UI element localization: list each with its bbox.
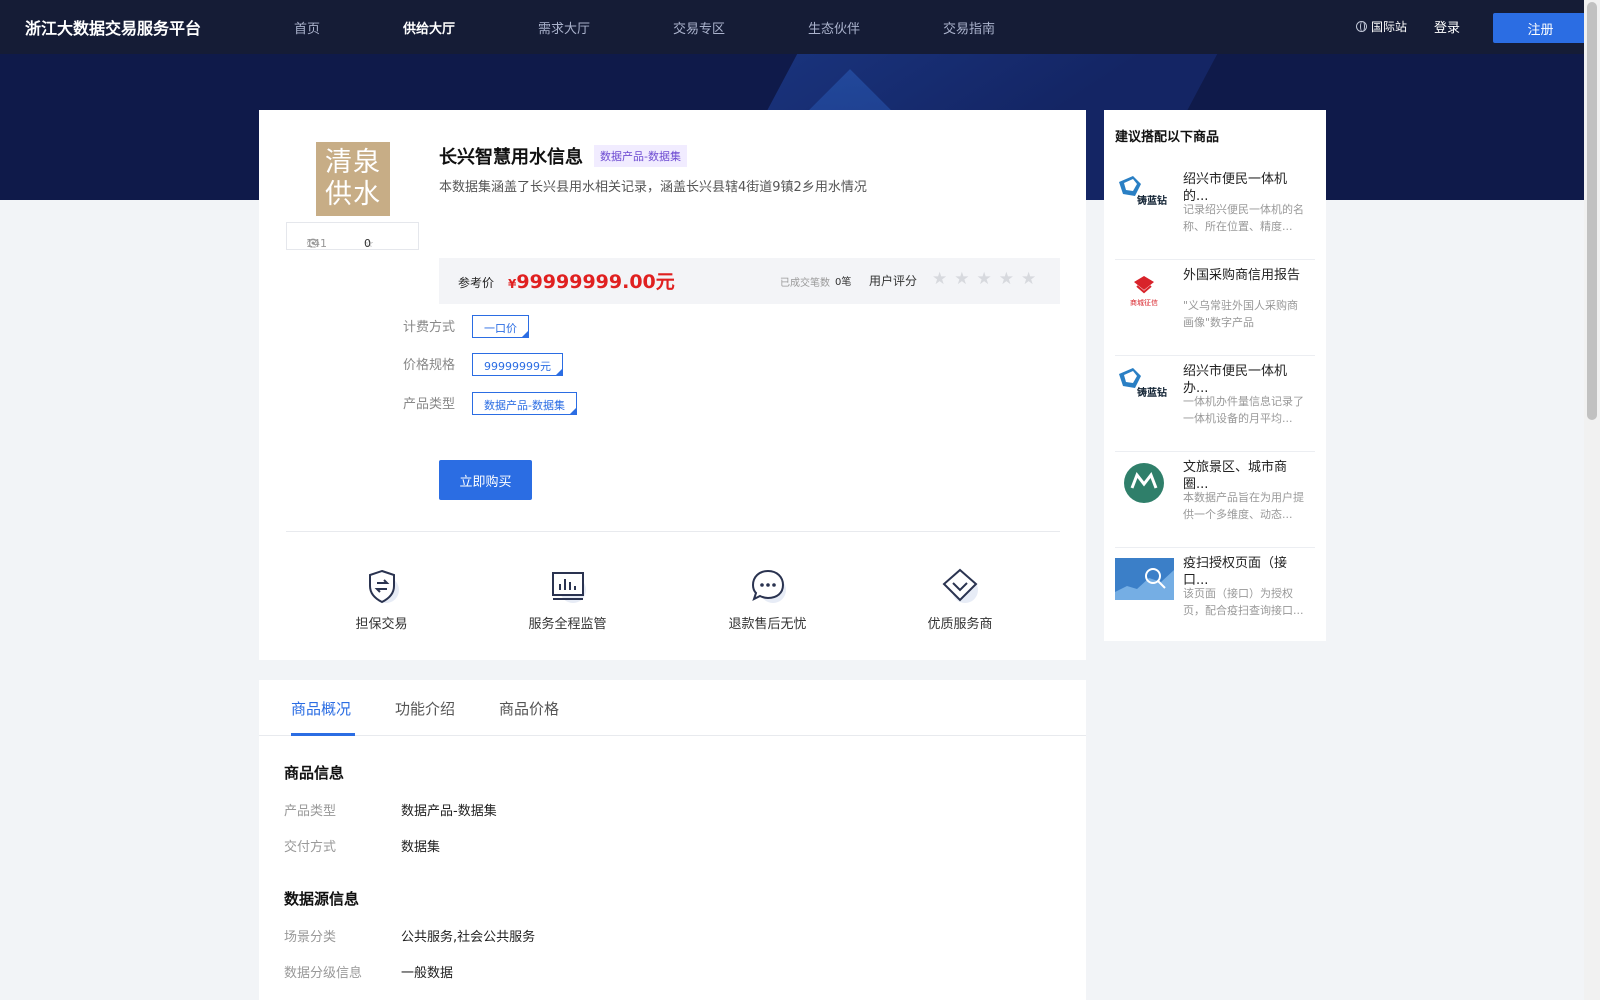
chat-bubble-icon	[748, 566, 788, 606]
info-value: 数据集	[401, 840, 441, 855]
suggested-product-title: 外国采购商信用报告	[1183, 268, 1301, 283]
price-panel: 参考价 ¥99999999.00元 已成交笔数 0笔 用户评分 ★★★★★	[439, 258, 1060, 304]
price-amount: 99999999.00元	[516, 271, 675, 293]
product-detail-card: 商品概况 功能介绍 商品价格 商品信息 产品类型 数据产品-数据集 交付方式 数…	[259, 680, 1086, 1000]
suggested-product-item[interactable]: 铸蓝钻 绍兴市便民一体机办... 一体机办件量信息记录了一体机设备的月平均...	[1115, 358, 1315, 452]
shield-exchange-icon	[362, 566, 402, 606]
detail-tabs: 商品概况 功能介绍 商品价格	[259, 680, 1086, 736]
deals-count: 0笔	[835, 277, 852, 288]
suggested-product-title: 疫扫授权页面（接口...	[1183, 556, 1288, 588]
product-type-option[interactable]: 数据产品-数据集	[472, 392, 577, 415]
info-key: 数据分级信息	[284, 966, 363, 981]
rating-label: 用户评分	[869, 274, 918, 288]
buy-now-button[interactable]: 立即购买	[439, 460, 532, 500]
nav-item-demand-hall[interactable]: 需求大厅	[538, 18, 590, 37]
page-scrollbar[interactable]	[1584, 0, 1600, 1000]
product-logo: 清泉 供水	[316, 142, 390, 216]
price-spec-label: 价格规格	[403, 358, 456, 373]
product-logo-line: 供水	[325, 179, 381, 210]
feature-guaranteed-trade: 担保交易	[354, 566, 409, 632]
info-value: 数据产品-数据集	[401, 804, 497, 819]
deals-label: 已成交笔数	[780, 278, 830, 289]
star-icon: ★	[932, 269, 955, 289]
star-icon: ★	[1021, 269, 1044, 289]
suggested-product-item[interactable]: 疫扫授权页面（接口... 该页面（接口）为授权页，配合疫扫查询接口...	[1115, 550, 1315, 644]
nav-item-home[interactable]: 首页	[294, 18, 320, 37]
price-value: ¥99999999.00元	[508, 267, 675, 294]
billing-method-label: 计费方式	[403, 320, 456, 335]
feature-label: 服务全程监管	[528, 617, 607, 632]
suggested-product-title: 文旅景区、城市商圈...	[1183, 460, 1288, 492]
suggested-product-item[interactable]: 文旅景区、城市商圈... 本数据产品旨在为用户提供一个多维度、动态...	[1115, 454, 1315, 548]
info-value: 公共服务,社会公共服务	[401, 930, 536, 945]
top-nav-bar: 浙江大数据交易服务平台 首页 供给大厅 需求大厅 交易专区 生态伙伴 交易指南 …	[0, 0, 1588, 54]
brand-logo-text: 铸蓝钻	[1137, 194, 1167, 207]
suggested-product-desc: 一体机办件量信息记录了一体机设备的月平均...	[1183, 395, 1304, 425]
brand-logo-icon: 铸蓝钻	[1115, 366, 1174, 408]
login-link[interactable]: 登录	[1434, 17, 1460, 36]
active-tab-indicator	[291, 733, 355, 736]
scrollbar-thumb[interactable]	[1587, 2, 1597, 420]
divider	[286, 531, 1060, 532]
product-type-label: 产品类型	[403, 397, 456, 412]
brand-logo-icon: 铸蓝钻	[1115, 174, 1174, 216]
nav-item-guide[interactable]: 交易指南	[943, 18, 995, 37]
feature-label: 优质服务商	[927, 617, 993, 632]
feature-refund-worry-free: 退款售后无忧	[726, 566, 809, 632]
international-site-label: 国际站	[1371, 20, 1408, 34]
brand-logo-icon	[1115, 462, 1174, 504]
suggested-product-desc: 记录绍兴便民一体机的名称、所在位置、精度...	[1183, 203, 1304, 233]
feature-label: 担保交易	[355, 617, 408, 632]
tab-features[interactable]: 功能介绍	[395, 698, 455, 719]
info-value: 一般数据	[401, 966, 454, 981]
data-thumbnail-icon	[1115, 558, 1174, 600]
suggested-products-panel: 建议搭配以下商品 铸蓝钻 绍兴市便民一体机的... 记录绍兴便民一体机的名称、所…	[1104, 110, 1326, 641]
product-category-tag: 数据产品-数据集	[594, 145, 687, 167]
info-key: 场景分类	[284, 930, 337, 945]
brand-logo-text: 商城征信	[1130, 298, 1158, 307]
nav-item-trade-zone[interactable]: 交易专区	[673, 18, 725, 37]
tab-overview[interactable]: 商品概况	[291, 698, 351, 719]
billing-method-option[interactable]: 一口价	[472, 315, 529, 338]
diamond-icon	[940, 566, 980, 606]
product-logo-line: 清泉	[325, 147, 381, 178]
views-count: 141	[306, 237, 327, 250]
suggested-product-title: 绍兴市便民一体机办...	[1183, 364, 1288, 396]
suggested-product-title: 绍兴市便民一体机的...	[1183, 172, 1288, 204]
star-icon: ★	[954, 269, 977, 289]
brand-logo-text: 铸蓝钻	[1137, 386, 1167, 399]
feature-quality-provider: 优质服务商	[925, 566, 995, 632]
rating-stars: ★★★★★	[932, 269, 1043, 289]
product-description: 本数据集涵盖了长兴县用水相关记录，涵盖长兴县辖4街道9镇2乡用水情况	[439, 180, 867, 195]
product-stats: 👁 141 ☆ 0	[286, 222, 419, 250]
feature-label: 退款售后无忧	[728, 617, 807, 632]
info-key: 交付方式	[284, 840, 337, 855]
section-title-data-source: 数据源信息	[284, 890, 360, 908]
star-icon: ★	[998, 269, 1021, 289]
section-title-product-info: 商品信息	[284, 764, 345, 782]
international-site-link[interactable]: 国际站	[1356, 18, 1407, 35]
product-card: 清泉 供水 👁 141 ☆ 0 长兴智慧用水信息 数据产品-数据集 本数据集涵盖…	[259, 110, 1086, 660]
info-key: 产品类型	[284, 804, 337, 819]
monitor-chart-icon	[548, 566, 588, 606]
nav-item-supply-hall[interactable]: 供给大厅	[403, 18, 455, 37]
suggested-product-desc: "义乌常驻外国人采购商画像"数字产品	[1183, 299, 1299, 329]
suggested-product-desc: 该页面（接口）为授权页，配合疫扫查询接口...	[1183, 587, 1304, 617]
site-logo[interactable]: 浙江大数据交易服务平台	[25, 15, 201, 39]
brand-logo-icon: 商城征信	[1115, 270, 1174, 312]
product-title: 长兴智慧用水信息	[439, 147, 583, 168]
suggested-product-item[interactable]: 铸蓝钻 绍兴市便民一体机的... 记录绍兴便民一体机的名称、所在位置、精度...	[1115, 166, 1315, 260]
suggested-products-title: 建议搭配以下商品	[1115, 130, 1220, 145]
favorites-count: 0	[364, 237, 371, 250]
tab-pricing[interactable]: 商品价格	[499, 698, 559, 719]
price-spec-option[interactable]: 99999999元	[472, 353, 563, 376]
register-button[interactable]: 注册	[1493, 13, 1588, 43]
suggested-product-item[interactable]: 商城征信 外国采购商信用报告 "义乌常驻外国人采购商画像"数字产品	[1115, 262, 1315, 356]
star-icon: ★	[976, 269, 999, 289]
nav-item-partners[interactable]: 生态伙伴	[808, 18, 860, 37]
suggested-product-desc: 本数据产品旨在为用户提供一个多维度、动态...	[1183, 491, 1304, 521]
price-label: 参考价	[458, 276, 495, 290]
feature-full-supervision: 服务全程监管	[526, 566, 609, 632]
globe-icon	[1356, 21, 1367, 32]
